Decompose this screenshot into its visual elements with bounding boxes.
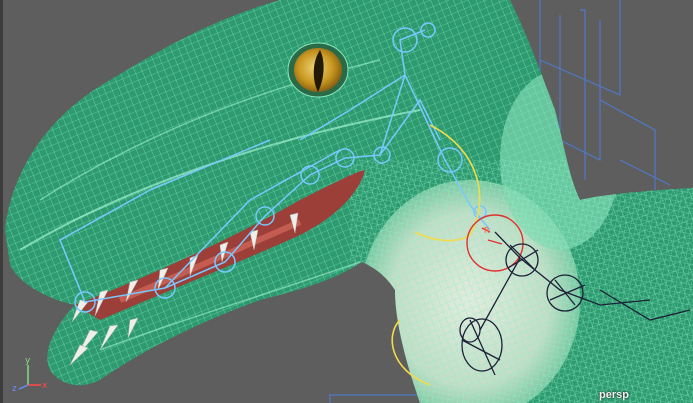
ik-handle-marker: R	[484, 226, 490, 235]
perspective-viewport[interactable]: R y x z persp	[0, 0, 693, 403]
y-axis-label: y	[25, 356, 31, 366]
dinosaur-eye	[287, 42, 349, 98]
axis-gizmo: y x z	[12, 356, 48, 394]
camera-label: persp	[599, 389, 629, 401]
x-axis-label: x	[42, 381, 48, 391]
z-axis-line	[18, 384, 29, 390]
dinosaur-scene[interactable]: R	[0, 0, 693, 403]
z-axis-label: z	[12, 384, 17, 394]
viewport-left-border	[0, 0, 3, 403]
